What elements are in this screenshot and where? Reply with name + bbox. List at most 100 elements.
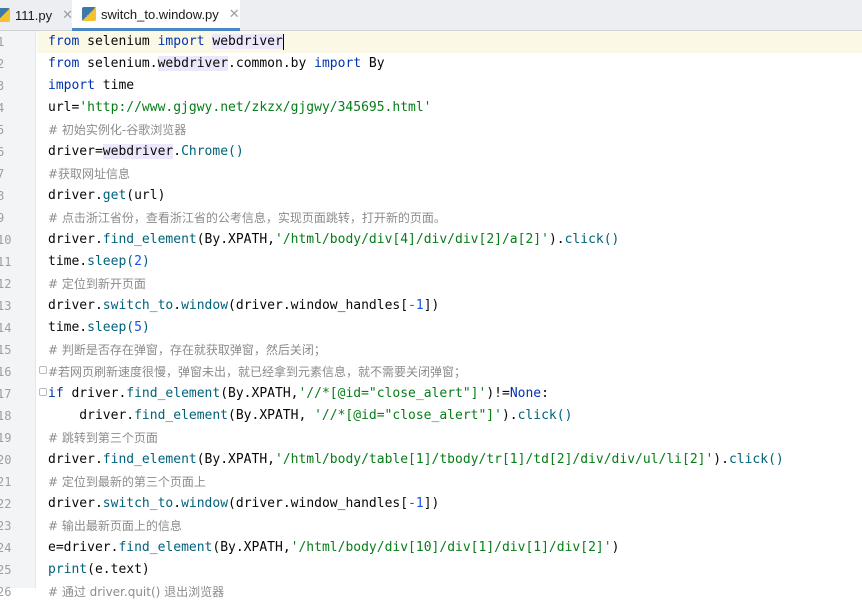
code-line[interactable]: print(e.text)	[48, 559, 150, 581]
code-comment: # 点击浙江省份，查看浙江省的公考信息，实现页面跳转，打开新的页面。	[48, 211, 446, 225]
code-token: switch_to	[102, 496, 174, 511]
code-token: '/html/body/div[4]/div/div[2]/a[2]'	[275, 232, 549, 247]
code-line[interactable]: driver.find_element(By.XPATH,'/html/body…	[48, 449, 784, 471]
code-token: find_element	[134, 408, 229, 423]
code-token: get	[102, 188, 127, 203]
code-token: 5	[134, 320, 142, 335]
code-line[interactable]: # 初始实例化-谷歌浏览器	[48, 119, 186, 141]
line-number: 22	[0, 497, 12, 511]
code-line[interactable]: driver.switch_to.window(driver.window_ha…	[48, 295, 439, 317]
close-icon[interactable]: ✕	[229, 6, 240, 22]
code-token: (By.XPATH,	[196, 232, 275, 247]
code-token: .	[173, 496, 182, 511]
line-number: 17	[0, 387, 12, 401]
code-token: time	[94, 78, 135, 93]
tab-switch-to-window-py[interactable]: switch_to.window.py ✕	[72, 0, 240, 31]
code-token: find_element	[102, 452, 197, 467]
code-token: (By.XPATH,	[220, 386, 299, 401]
code-line[interactable]: import time	[48, 75, 134, 97]
line-number: 11	[0, 255, 12, 269]
code-token: import	[314, 56, 362, 71]
code-token: find_element	[118, 540, 213, 555]
code-token: (driver.window_handles[	[228, 298, 409, 313]
python-file-icon	[82, 7, 96, 21]
code-token: :	[541, 386, 549, 401]
code-line[interactable]: # 输出最新页面上的信息	[48, 515, 182, 537]
code-line[interactable]: #获取网址信息	[48, 163, 130, 185]
python-file-icon	[0, 8, 10, 22]
code-token: window	[181, 298, 229, 313]
code-line[interactable]: driver.find_element(By.XPATH,'/html/body…	[48, 229, 619, 251]
code-token: webdriver	[212, 34, 283, 49]
line-number: 24	[0, 541, 12, 555]
code-line[interactable]: driver.switch_to.window(driver.window_ha…	[48, 493, 439, 515]
fold-marker-icon[interactable]	[39, 388, 47, 396]
code-comment: # 输出最新页面上的信息	[48, 519, 182, 533]
code-token: sleep	[87, 254, 127, 269]
code-token: -1	[408, 496, 424, 511]
code-token: (url)	[126, 188, 166, 203]
code-line[interactable]: driver.find_element(By.XPATH, '//*[@id="…	[48, 405, 572, 427]
code-comment: # 通过 driver.quit() 退出浏览器	[48, 585, 225, 599]
code-line[interactable]: #若网页刷新速度很慢，弹窗未出，就已经拿到元素信息，就不需要关闭弹窗；	[48, 361, 466, 383]
code-token: )	[611, 540, 620, 555]
line-number: 9	[0, 211, 5, 225]
code-token: driver.	[48, 452, 103, 467]
code-line[interactable]: driver=webdriver.Chrome()	[48, 141, 244, 163]
code-token: (e.text)	[87, 562, 150, 577]
code-token: ).	[548, 232, 565, 247]
code-token: ()	[556, 408, 573, 423]
code-line[interactable]: if driver.find_element(By.XPATH,'//*[@id…	[48, 383, 549, 405]
line-number: 21	[0, 475, 12, 489]
code-line[interactable]: driver.get(url)	[48, 185, 165, 207]
code-line[interactable]: from selenium import webdriver	[37, 31, 862, 53]
tab-label: 111.py	[15, 7, 53, 23]
code-line[interactable]: time.sleep(2)	[48, 251, 150, 273]
line-number: 7	[0, 167, 5, 181]
code-token: driver.	[48, 188, 103, 203]
code-token: driver.	[48, 408, 135, 423]
tab-111-py[interactable]: 111.py ✕	[0, 0, 81, 30]
code-token: ()	[228, 144, 244, 159]
code-line[interactable]: e=driver.find_element(By.XPATH,'/html/bo…	[48, 537, 619, 559]
code-line[interactable]: # 定位到最新的第三个页面上	[48, 471, 206, 493]
code-token: click	[517, 408, 557, 423]
code-token: (By.XPATH,	[196, 452, 275, 467]
line-number: 12	[0, 277, 12, 291]
code-line[interactable]: # 判断是否存在弹窗，存在就获取弹窗，然后关闭；	[48, 339, 326, 361]
fold-marker-icon[interactable]	[39, 366, 47, 374]
code-token: e=driver.	[48, 540, 119, 555]
code-comment: # 跳转到第三个页面	[48, 431, 158, 445]
code-token: ])	[423, 496, 440, 511]
text-caret	[282, 33, 284, 50]
code-line[interactable]: from selenium.webdriver.common.by import…	[48, 53, 385, 75]
code-token: click	[564, 232, 604, 247]
code-editor[interactable]: from selenium import webdriver from sele…	[37, 31, 862, 599]
code-line[interactable]: time.sleep(5)	[48, 317, 150, 339]
code-line[interactable]: url='http://www.gjgwy.net/zkzx/gjgwy/345…	[48, 97, 432, 119]
line-number: 18	[0, 409, 12, 423]
code-token: time.	[48, 254, 88, 269]
line-number: 23	[0, 519, 12, 533]
code-comment: # 初始实例化-谷歌浏览器	[48, 123, 187, 137]
code-token: )	[141, 320, 150, 335]
code-token: window	[181, 496, 229, 511]
code-token: url=	[48, 100, 80, 115]
line-number: 13	[0, 299, 12, 313]
line-number: 2	[0, 57, 5, 71]
code-line[interactable]: # 点击浙江省份，查看浙江省的公考信息，实现页面跳转，打开新的页面。	[48, 207, 446, 229]
code-token: from	[48, 34, 80, 49]
code-token: '//*[@id="close_alert"]'	[298, 386, 487, 401]
code-token: '//*[@id="close_alert"]'	[314, 408, 502, 423]
line-number: 25	[0, 563, 12, 577]
line-number: 5	[0, 123, 5, 137]
line-number-gutter: 1 2 3 4 5 6 7 8 9 10 11 12 13 14 15 16 1…	[0, 31, 36, 599]
code-comment: #若网页刷新速度很慢，弹窗未出，就已经拿到元素信息，就不需要关闭弹窗；	[48, 365, 467, 379]
code-token: if	[48, 386, 64, 401]
code-token: find_element	[102, 232, 197, 247]
code-token: driver.	[63, 386, 127, 401]
code-line[interactable]: # 通过 driver.quit() 退出浏览器	[48, 581, 224, 603]
code-line[interactable]: # 跳转到第三个页面	[48, 427, 158, 449]
code-token: (	[126, 254, 135, 269]
code-line[interactable]: # 定位到新开页面	[48, 273, 146, 295]
